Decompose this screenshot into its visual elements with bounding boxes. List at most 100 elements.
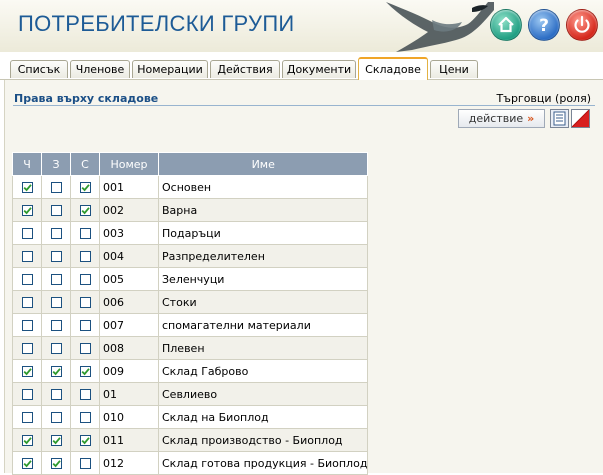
create-checkbox[interactable] (79, 412, 91, 423)
tab-bar: Списък Членове Номерации Действия Докуме… (0, 52, 603, 80)
warehouse-number: 010 (99, 405, 159, 429)
column-header-read[interactable]: Ч (12, 152, 42, 176)
read-checkbox[interactable] (21, 343, 33, 354)
tab-documents[interactable]: Документи (282, 60, 356, 78)
permission-cell (70, 451, 100, 475)
read-checkbox[interactable] (21, 182, 33, 193)
help-button[interactable]: ? (528, 9, 560, 41)
column-header-write[interactable]: З (41, 152, 71, 176)
warehouse-name: Севлиево (157, 382, 369, 406)
read-checkbox[interactable] (21, 389, 33, 400)
permission-cell (12, 175, 42, 199)
create-checkbox[interactable] (79, 182, 91, 193)
table-row: 012 Склад готова продукция - Биоплод (12, 451, 369, 475)
read-checkbox[interactable] (21, 366, 33, 377)
write-checkbox[interactable] (50, 435, 62, 446)
tab-members[interactable]: Членове (70, 60, 130, 78)
write-checkbox[interactable] (50, 297, 62, 308)
create-checkbox[interactable] (79, 458, 91, 469)
home-button[interactable] (490, 9, 522, 41)
read-checkbox[interactable] (21, 458, 33, 469)
check-icon (81, 437, 90, 445)
check-icon (52, 460, 61, 468)
power-icon (574, 15, 590, 33)
tab-list[interactable]: Списък (10, 60, 68, 78)
read-checkbox[interactable] (21, 251, 33, 262)
check-icon (81, 207, 90, 215)
clear-button[interactable] (571, 109, 590, 128)
create-checkbox[interactable] (79, 435, 91, 446)
write-checkbox[interactable] (50, 205, 62, 216)
write-checkbox[interactable] (50, 389, 62, 400)
read-checkbox[interactable] (21, 205, 33, 216)
tab-warehouses[interactable]: Складове (358, 57, 428, 80)
table-row: 006 Стоки (12, 290, 369, 314)
permission-cell (70, 382, 100, 406)
read-checkbox[interactable] (21, 297, 33, 308)
warehouse-name: Подаръци (157, 221, 369, 245)
read-checkbox[interactable] (21, 435, 33, 446)
permission-cell (41, 267, 71, 291)
create-checkbox[interactable] (79, 297, 91, 308)
permission-cell (12, 451, 42, 475)
permission-cell (41, 405, 71, 429)
write-checkbox[interactable] (50, 274, 62, 285)
column-header-number[interactable]: Номер (99, 152, 159, 176)
write-checkbox[interactable] (50, 458, 62, 469)
column-header-name[interactable]: Име (157, 152, 369, 176)
clear-icon (572, 110, 589, 127)
read-checkbox[interactable] (21, 320, 33, 331)
write-checkbox[interactable] (50, 320, 62, 331)
column-header-create[interactable]: С (70, 152, 100, 176)
permission-cell (41, 175, 71, 199)
table-row: 002 Варна (12, 198, 369, 222)
table-header-row: Ч З С Номер Име (12, 152, 369, 176)
create-checkbox[interactable] (79, 205, 91, 216)
permission-cell (70, 221, 100, 245)
permission-cell (41, 382, 71, 406)
permission-cell (12, 267, 42, 291)
permission-cell (70, 267, 100, 291)
tab-numberings[interactable]: Номерации (132, 60, 208, 78)
create-checkbox[interactable] (79, 343, 91, 354)
tab-actions[interactable]: Действия (210, 60, 280, 78)
tab-prices[interactable]: Цени (430, 60, 478, 78)
action-button[interactable]: действие» (458, 109, 545, 128)
write-checkbox[interactable] (50, 366, 62, 377)
warehouse-number: 008 (99, 336, 159, 360)
permission-cell (41, 313, 71, 337)
check-icon (23, 207, 32, 215)
table-row: 007 спомагателни материали (12, 313, 369, 337)
permission-cell (12, 198, 42, 222)
warehouse-name: Зеленчуци (157, 267, 369, 291)
table-row: 001 Основен (12, 175, 369, 199)
list-view-button[interactable] (550, 109, 569, 128)
create-checkbox[interactable] (79, 366, 91, 377)
read-checkbox[interactable] (21, 274, 33, 285)
write-checkbox[interactable] (50, 412, 62, 423)
create-checkbox[interactable] (79, 228, 91, 239)
write-checkbox[interactable] (50, 251, 62, 262)
create-checkbox[interactable] (79, 389, 91, 400)
power-button[interactable] (566, 9, 598, 41)
create-checkbox[interactable] (79, 251, 91, 262)
warehouse-number: 006 (99, 290, 159, 314)
permission-cell (12, 359, 42, 383)
warehouse-rights-panel: Права върху складове Търговци (роля) дей… (4, 80, 603, 475)
write-checkbox[interactable] (50, 343, 62, 354)
permission-cell (70, 198, 100, 222)
read-checkbox[interactable] (21, 228, 33, 239)
app-header: ПОТРЕБИТЕЛСКИ ГРУПИ ? (0, 0, 603, 53)
warehouse-number: 01 (99, 382, 159, 406)
write-checkbox[interactable] (50, 182, 62, 193)
table-row: 005 Зеленчуци (12, 267, 369, 291)
table-row: 004 Разпределителен (12, 244, 369, 268)
write-checkbox[interactable] (50, 228, 62, 239)
create-checkbox[interactable] (79, 320, 91, 331)
permission-cell (12, 313, 42, 337)
create-checkbox[interactable] (79, 274, 91, 285)
read-checkbox[interactable] (21, 412, 33, 423)
app-title: ПОТРЕБИТЕЛСКИ ГРУПИ (18, 11, 295, 36)
warehouse-number: 012 (99, 451, 159, 475)
warehouse-name: Склад на Биоплод (157, 405, 369, 429)
